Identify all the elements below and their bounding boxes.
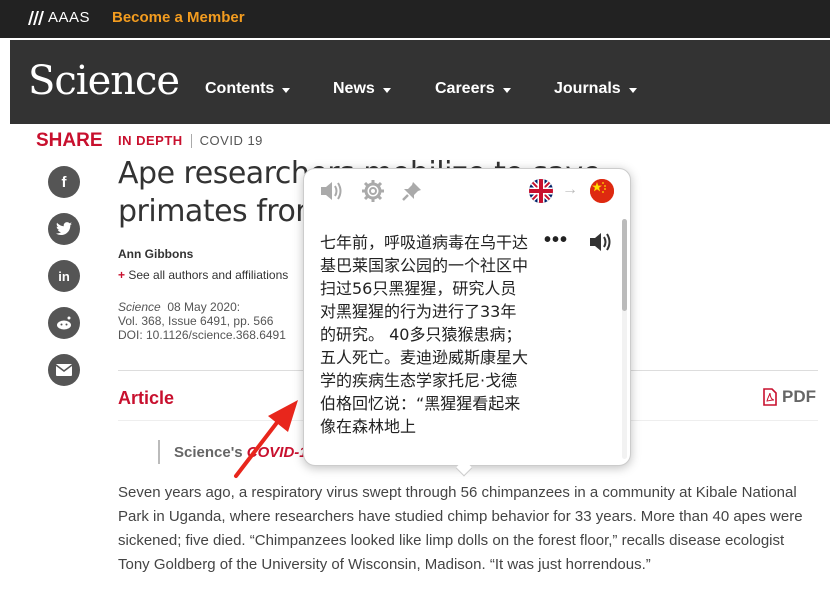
twitter-icon[interactable] bbox=[48, 213, 80, 245]
nav-news-label: News bbox=[333, 80, 375, 97]
pdf-button[interactable]: PDF bbox=[762, 387, 816, 407]
pin-icon[interactable] bbox=[399, 179, 425, 203]
chevron-down-icon bbox=[502, 87, 511, 93]
science-navbar: Science Contents News Careers Journals bbox=[10, 40, 830, 124]
play-translation-speaker-icon[interactable] bbox=[588, 231, 616, 253]
covid-tag-link[interactable]: COVID 19 bbox=[200, 133, 263, 148]
arrow-right-icon: → bbox=[562, 181, 578, 198]
more-options-icon[interactable]: ••• bbox=[544, 229, 568, 252]
uk-flag-icon[interactable] bbox=[529, 179, 553, 203]
author-name[interactable]: Ann Gibbons bbox=[118, 247, 193, 261]
chevron-down-icon bbox=[282, 87, 291, 93]
nav-careers-label: Careers bbox=[435, 80, 495, 97]
doi-link[interactable]: DOI: 10.1126/science.368.6491 bbox=[118, 328, 286, 342]
envelope-glyph bbox=[56, 364, 72, 376]
linkedin-icon[interactable]: in bbox=[48, 260, 80, 292]
chevron-down-icon bbox=[382, 87, 391, 93]
china-flag-icon[interactable] bbox=[590, 179, 614, 203]
nav-contents-label: Contents bbox=[205, 80, 275, 97]
science-logo[interactable]: Science bbox=[28, 58, 180, 104]
journal-name: Science bbox=[118, 300, 161, 314]
chevron-down-icon bbox=[628, 87, 637, 93]
pdf-label: PDF bbox=[782, 387, 816, 406]
aaas-logo-text: AAAS bbox=[48, 9, 91, 26]
aaas-topbar: AAAS Become a Member bbox=[0, 0, 830, 38]
popup-scrollbar-thumb[interactable] bbox=[622, 219, 627, 311]
aaas-mark-icon bbox=[28, 10, 44, 25]
nav-contents[interactable]: Contents bbox=[205, 80, 291, 98]
reddit-alien-glyph bbox=[57, 316, 71, 330]
reddit-icon[interactable] bbox=[48, 307, 80, 339]
see-all-authors-link[interactable]: + See all authors and affiliations bbox=[118, 268, 288, 282]
citation-block: Science 08 May 2020: Vol. 368, Issue 649… bbox=[118, 300, 286, 342]
linkedin-glyph: in bbox=[58, 268, 70, 284]
speaker-icon[interactable] bbox=[319, 179, 345, 203]
article-kicker: IN DEPTH COVID 19 bbox=[118, 133, 263, 148]
see-all-authors-label: See all authors and affiliations bbox=[128, 268, 289, 282]
twitter-bird-glyph bbox=[56, 222, 72, 235]
series-quote-bar bbox=[158, 440, 160, 464]
nav-journals[interactable]: Journals bbox=[554, 80, 637, 98]
translation-popup: → 七年前，呼吸道病毒在乌干达基巴莱国家公园的一个社区中扫过56只黑猩猩，研究人… bbox=[303, 168, 631, 477]
nav-journals-label: Journals bbox=[554, 80, 621, 97]
kicker-divider bbox=[190, 133, 192, 148]
share-label: SHARE bbox=[36, 130, 103, 151]
nav-careers[interactable]: Careers bbox=[435, 80, 511, 98]
gear-icon[interactable] bbox=[360, 179, 386, 203]
article-body-paragraph: Seven years ago, a respiratory virus swe… bbox=[118, 484, 803, 573]
pdf-icon bbox=[763, 388, 777, 406]
plus-icon: + bbox=[118, 268, 126, 282]
aaas-logo[interactable]: AAAS bbox=[28, 9, 90, 26]
facebook-glyph: f bbox=[61, 173, 67, 191]
become-member-link[interactable]: Become a Member bbox=[112, 9, 245, 26]
email-icon[interactable] bbox=[48, 354, 80, 386]
article-tab[interactable]: Article bbox=[118, 388, 174, 409]
translation-text: 七年前，呼吸道病毒在乌干达基巴莱国家公园的一个社区中扫过56只黑猩猩，研究人员对… bbox=[320, 233, 529, 436]
popup-toolbar: → bbox=[304, 169, 630, 213]
volume-info: Vol. 368, Issue 6491, pp. 566 bbox=[118, 314, 274, 328]
nav-news[interactable]: News bbox=[333, 80, 391, 98]
in-depth-link[interactable]: IN DEPTH bbox=[118, 133, 183, 148]
pub-date: 08 May 2020: bbox=[167, 300, 241, 314]
share-column: SHARE f in bbox=[36, 130, 103, 386]
facebook-icon[interactable]: f bbox=[48, 166, 80, 198]
annotation-arrow-icon bbox=[234, 400, 298, 478]
